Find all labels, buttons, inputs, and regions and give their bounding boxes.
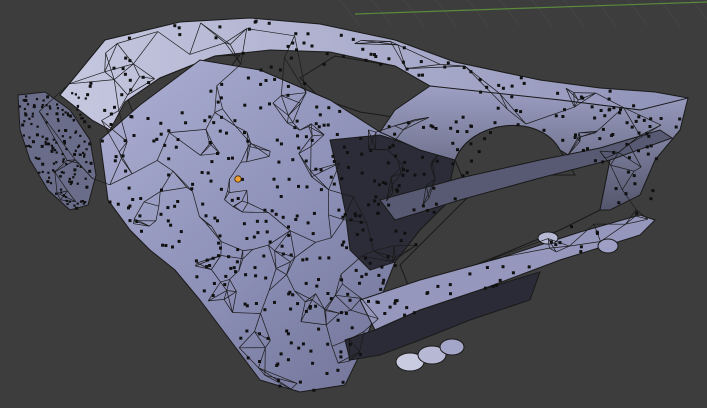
3d-viewport[interactable] <box>0 0 707 408</box>
car-body-mesh[interactable] <box>17 17 689 393</box>
scene-canvas[interactable] <box>0 0 707 408</box>
x-axis-line <box>354 1 707 15</box>
object-origin-point[interactable] <box>234 175 242 183</box>
